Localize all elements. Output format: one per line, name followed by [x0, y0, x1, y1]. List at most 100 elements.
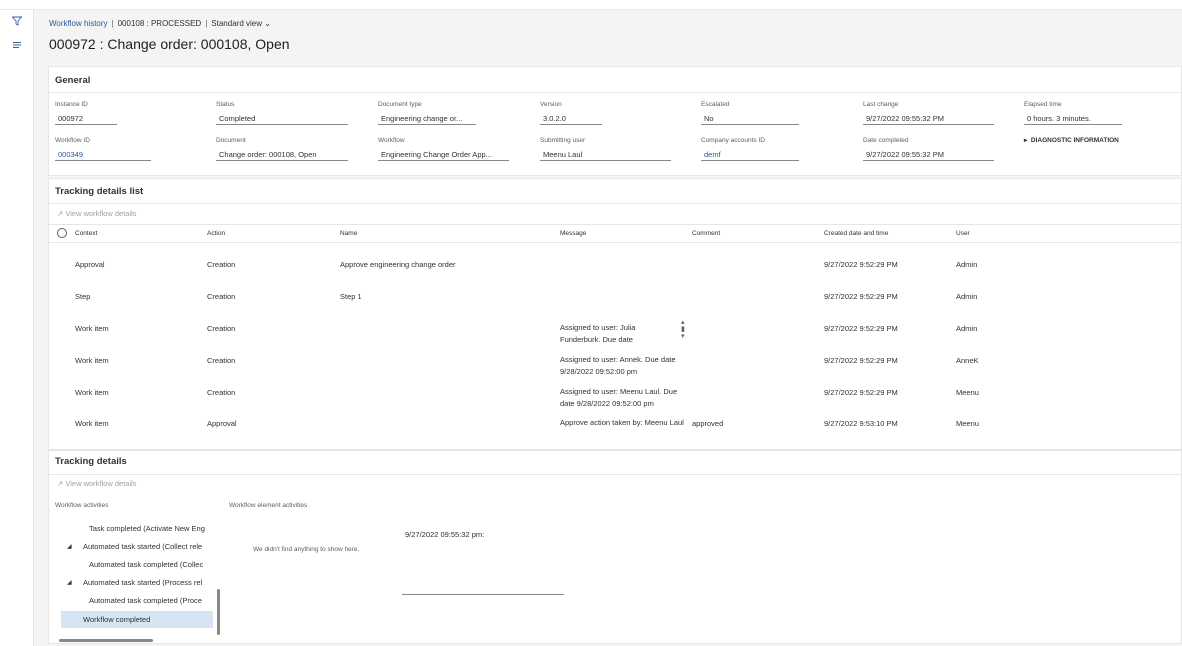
elapsed-time-field[interactable]: 0 hours. 3 minutes.: [1024, 113, 1122, 125]
arrow-diagonal-icon: ↗: [57, 209, 64, 218]
cell-created: 9/27/2022 9:52:29 PM: [824, 292, 898, 301]
workflow-activities-label: Workflow activities: [55, 502, 109, 509]
tracking-details-title: Tracking details: [55, 456, 127, 467]
cell-action: Creation: [207, 324, 236, 333]
tracking-details-list-card: Tracking details list ↗ View workflow de…: [48, 178, 1182, 450]
cell-created: 9/27/2022 9:53:10 PM: [824, 419, 898, 428]
cell-context: Work item: [75, 419, 109, 428]
workflow-label: Workflow: [378, 137, 405, 144]
cell-context: Work item: [75, 388, 109, 397]
tree-item[interactable]: Automated task completed (Proce: [89, 596, 215, 605]
cell-user: Admin: [956, 260, 978, 269]
workflow-id-link[interactable]: 000349: [55, 149, 151, 161]
cell-name: Step 1: [340, 292, 362, 301]
cell-user: Meenu: [956, 419, 979, 428]
tree-item[interactable]: Task completed (Activate New Eng: [89, 524, 215, 533]
breadcrumb-workflow-history-link[interactable]: Workflow history: [49, 19, 108, 28]
date-completed-field[interactable]: 9/27/2022 09:55:32 PM: [863, 149, 994, 161]
cell-created: 9/27/2022 9:52:29 PM: [824, 324, 898, 333]
cell-context: Work item: [75, 324, 109, 333]
column-header-name[interactable]: Name: [340, 230, 357, 237]
cell-created: 9/27/2022 9:52:29 PM: [824, 356, 898, 365]
submitting-user-field[interactable]: Meenu Laul: [540, 149, 671, 161]
tracking-details-card: Tracking details ↗ View workflow details…: [48, 450, 1182, 644]
tree-vertical-scrollbar[interactable]: [217, 589, 220, 635]
select-all-radio[interactable]: [57, 228, 67, 238]
elapsed-time-label: Elapsed time: [1024, 101, 1062, 108]
page-title: 000972 : Change order: 000108, Open: [49, 36, 290, 52]
chevron-down-icon: ⌄: [264, 19, 271, 28]
workflow-id-label: Workflow ID: [55, 137, 90, 144]
column-header-comment[interactable]: Comment: [692, 230, 720, 237]
instance-id-field[interactable]: 000972: [55, 113, 117, 125]
company-accounts-id-link[interactable]: demf: [701, 149, 799, 161]
cell-context: Approval: [75, 260, 105, 269]
cell-created: 9/27/2022 9:52:29 PM: [824, 388, 898, 397]
tree-item-selected[interactable]: Workflow completed: [61, 611, 213, 628]
filter-icon[interactable]: [11, 16, 23, 29]
column-header-message[interactable]: Message: [560, 230, 586, 237]
cell-comment: approved: [692, 419, 724, 428]
collapse-triangle-icon[interactable]: ◢: [67, 543, 72, 550]
workflow-field[interactable]: Engineering Change Order App...: [378, 149, 509, 161]
empty-state-message: We didn't find anything to show here.: [253, 546, 360, 553]
sort-icon[interactable]: ▴ ▮ ▾: [681, 319, 685, 340]
cell-message: Assigned to user: Julia Funderburk. Due …: [560, 323, 636, 344]
cell-message: Assigned to user: Annek. Due date 9/28/2…: [560, 355, 676, 376]
expand-triangle-icon: ▸: [1024, 137, 1028, 144]
status-field[interactable]: Completed: [216, 113, 348, 125]
cell-created: 9/27/2022 9:52:29 PM: [824, 260, 898, 269]
cell-action: Approval: [207, 419, 237, 428]
tracking-details-list-title: Tracking details list: [55, 186, 144, 197]
cell-message: Approve action taken by: Meenu Laul: [560, 418, 684, 427]
cell-context: Step: [75, 292, 91, 301]
version-label: Version: [540, 101, 562, 108]
cell-message: Assigned to user: Meenu Laul. Due date 9…: [560, 387, 678, 408]
breadcrumb-record: 000108 : PROCESSED: [117, 19, 202, 28]
cell-user: Admin: [956, 324, 978, 333]
cell-action: Creation: [207, 356, 236, 365]
general-title: General: [55, 75, 91, 86]
version-field[interactable]: 3.0.2.0: [540, 113, 602, 125]
element-timestamp: 9/27/2022 09:55:32 pm:: [405, 530, 485, 539]
tree-item[interactable]: Automated task completed (Collec: [89, 560, 215, 569]
top-bar: [0, 0, 1182, 10]
last-change-label: Last change: [863, 101, 899, 108]
column-header-context[interactable]: Context: [75, 230, 97, 237]
general-card: General Instance ID 000972 Status Comple…: [48, 66, 1182, 176]
document-type-label: Document type: [378, 101, 422, 108]
cell-action: Creation: [207, 388, 236, 397]
cell-user: Meenu: [956, 388, 979, 397]
cell-user: Admin: [956, 292, 978, 301]
escalated-field[interactable]: No: [701, 113, 799, 125]
diagnostic-information-toggle[interactable]: ▸ DIAGNOSTIC INFORMATION: [1024, 136, 1119, 144]
tree-item[interactable]: Automated task started (Collect rele: [83, 542, 215, 551]
view-workflow-details-button[interactable]: ↗ View workflow details: [57, 209, 137, 218]
column-header-action[interactable]: Action: [207, 230, 225, 237]
column-header-created-date-time[interactable]: Created date and time: [824, 230, 888, 237]
breadcrumb: Workflow history | 000108 : PROCESSED | Stan…: [49, 19, 271, 28]
company-accounts-id-label: Company accounts ID: [701, 137, 765, 144]
instance-id-label: Instance ID: [55, 101, 88, 108]
hamburger-icon[interactable]: [12, 40, 22, 53]
cell-name: Approve engineering change order: [340, 260, 456, 269]
last-change-field[interactable]: 9/27/2022 09:55:32 PM: [863, 113, 994, 125]
escalated-label: Escalated: [701, 101, 730, 108]
view-workflow-details-button[interactable]: ↗ View workflow details: [57, 479, 137, 488]
submitting-user-label: Submitting user: [540, 137, 586, 144]
tree-item[interactable]: Automated task started (Process rel: [83, 578, 215, 587]
timestamp-underline: [402, 594, 564, 595]
work-area: Workflow history | 000108 : PROCESSED | Stan…: [34, 10, 1182, 646]
view-selector[interactable]: Standard view ⌄: [211, 19, 271, 28]
arrow-diagonal-icon: ↗: [57, 479, 64, 488]
tree-horizontal-scrollbar[interactable]: [59, 639, 153, 642]
workflow-element-activities-label: Workflow element activities: [229, 502, 308, 509]
date-completed-label: Date completed: [863, 137, 909, 144]
column-header-user[interactable]: User: [956, 230, 970, 237]
cell-action: Creation: [207, 260, 236, 269]
document-field[interactable]: Change order: 000108, Open: [216, 149, 348, 161]
document-type-field[interactable]: Engineering change or...: [378, 113, 476, 125]
document-label: Document: [216, 137, 246, 144]
status-label: Status: [216, 101, 235, 108]
collapse-triangle-icon[interactable]: ◢: [67, 579, 72, 586]
